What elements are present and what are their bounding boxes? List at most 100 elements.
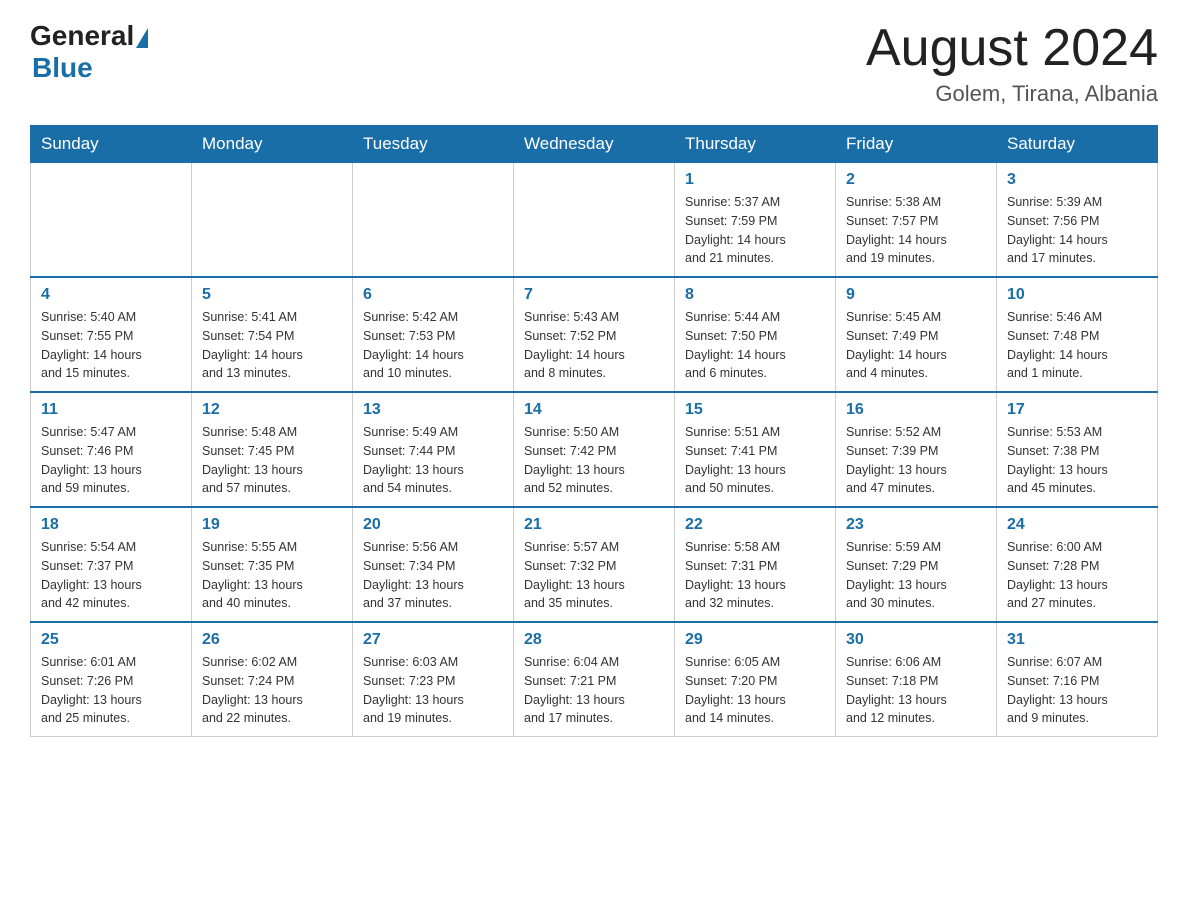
day-number: 19	[202, 516, 342, 534]
day-info: Sunrise: 6:01 AMSunset: 7:26 PMDaylight:…	[41, 653, 181, 728]
day-info: Sunrise: 5:52 AMSunset: 7:39 PMDaylight:…	[846, 423, 986, 498]
day-info: Sunrise: 5:59 AMSunset: 7:29 PMDaylight:…	[846, 538, 986, 613]
calendar-week-row: 18Sunrise: 5:54 AMSunset: 7:37 PMDayligh…	[31, 507, 1158, 622]
day-number: 22	[685, 516, 825, 534]
day-number: 21	[524, 516, 664, 534]
day-number: 23	[846, 516, 986, 534]
day-number: 9	[846, 286, 986, 304]
calendar-cell: 23 Sunrise: 5:59 AMSunset: 7:29 PMDayligh…	[836, 507, 997, 622]
day-number: 26	[202, 631, 342, 649]
day-number: 6	[363, 286, 503, 304]
day-number: 16	[846, 401, 986, 419]
day-info: Sunrise: 5:55 AMSunset: 7:35 PMDaylight:…	[202, 538, 342, 613]
day-info: Sunrise: 5:41 AMSunset: 7:54 PMDaylight:…	[202, 308, 342, 383]
day-info: Sunrise: 6:07 AMSunset: 7:16 PMDaylight:…	[1007, 653, 1147, 728]
calendar-cell: 18Sunrise: 5:54 AMSunset: 7:37 PMDayligh…	[31, 507, 192, 622]
day-info: Sunrise: 5:46 AMSunset: 7:48 PMDaylight:…	[1007, 308, 1147, 383]
calendar-cell: 28 Sunrise: 6:04 AMSunset: 7:21 PMDayligh…	[514, 622, 675, 737]
weekday-header-sunday: Sunday	[31, 126, 192, 163]
day-number: 8	[685, 286, 825, 304]
day-info: Sunrise: 5:40 AMSunset: 7:55 PMDaylight:…	[41, 308, 181, 383]
location-title: Golem, Tirana, Albania	[866, 81, 1158, 107]
calendar-cell: 10Sunrise: 5:46 AMSunset: 7:48 PMDayligh…	[997, 277, 1158, 392]
day-info: Sunrise: 5:54 AMSunset: 7:37 PMDaylight:…	[41, 538, 181, 613]
day-info: Sunrise: 6:04 AMSunset: 7:21 PMDaylight:…	[524, 653, 664, 728]
calendar-cell: 16 Sunrise: 5:52 AMSunset: 7:39 PMDayligh…	[836, 392, 997, 507]
calendar-week-row: 25 Sunrise: 6:01 AMSunset: 7:26 PMDayligh…	[31, 622, 1158, 737]
day-number: 2	[846, 171, 986, 189]
calendar-cell: 13Sunrise: 5:49 AMSunset: 7:44 PMDayligh…	[353, 392, 514, 507]
title-block: August 2024 Golem, Tirana, Albania	[866, 20, 1158, 107]
calendar-cell: 1Sunrise: 5:37 AMSunset: 7:59 PMDaylight…	[675, 163, 836, 278]
day-number: 13	[363, 401, 503, 419]
calendar-cell: 12 Sunrise: 5:48 AMSunset: 7:45 PMDayligh…	[192, 392, 353, 507]
day-info: Sunrise: 6:05 AMSunset: 7:20 PMDaylight:…	[685, 653, 825, 728]
calendar-cell: 11 Sunrise: 5:47 AMSunset: 7:46 PMDayligh…	[31, 392, 192, 507]
day-number: 31	[1007, 631, 1147, 649]
calendar-cell: 25 Sunrise: 6:01 AMSunset: 7:26 PMDayligh…	[31, 622, 192, 737]
calendar-cell	[353, 163, 514, 278]
weekday-header-tuesday: Tuesday	[353, 126, 514, 163]
day-info: Sunrise: 5:42 AMSunset: 7:53 PMDaylight:…	[363, 308, 503, 383]
day-number: 15	[685, 401, 825, 419]
day-info: Sunrise: 5:48 AMSunset: 7:45 PMDaylight:…	[202, 423, 342, 498]
day-number: 20	[363, 516, 503, 534]
calendar-cell: 20 Sunrise: 5:56 AMSunset: 7:34 PMDayligh…	[353, 507, 514, 622]
day-info: Sunrise: 6:06 AMSunset: 7:18 PMDaylight:…	[846, 653, 986, 728]
day-info: Sunrise: 5:53 AMSunset: 7:38 PMDaylight:…	[1007, 423, 1147, 498]
day-info: Sunrise: 6:03 AMSunset: 7:23 PMDaylight:…	[363, 653, 503, 728]
day-number: 17	[1007, 401, 1147, 419]
logo: General Blue	[30, 20, 148, 84]
calendar-cell: 8Sunrise: 5:44 AMSunset: 7:50 PMDaylight…	[675, 277, 836, 392]
day-info: Sunrise: 5:39 AMSunset: 7:56 PMDaylight:…	[1007, 193, 1147, 268]
calendar-cell: 24Sunrise: 6:00 AMSunset: 7:28 PMDayligh…	[997, 507, 1158, 622]
calendar-cell: 30 Sunrise: 6:06 AMSunset: 7:18 PMDayligh…	[836, 622, 997, 737]
day-info: Sunrise: 5:56 AMSunset: 7:34 PMDaylight:…	[363, 538, 503, 613]
logo-triangle-icon	[136, 28, 148, 48]
month-title: August 2024	[866, 20, 1158, 77]
calendar-cell: 27Sunrise: 6:03 AMSunset: 7:23 PMDayligh…	[353, 622, 514, 737]
calendar-cell: 9 Sunrise: 5:45 AMSunset: 7:49 PMDaylight…	[836, 277, 997, 392]
day-number: 28	[524, 631, 664, 649]
weekday-header-monday: Monday	[192, 126, 353, 163]
day-number: 25	[41, 631, 181, 649]
day-number: 12	[202, 401, 342, 419]
logo-blue-text: Blue	[32, 52, 93, 84]
page-header: General Blue August 2024 Golem, Tirana, …	[30, 20, 1158, 107]
day-info: Sunrise: 6:00 AMSunset: 7:28 PMDaylight:…	[1007, 538, 1147, 613]
day-number: 30	[846, 631, 986, 649]
calendar-week-row: 4 Sunrise: 5:40 AMSunset: 7:55 PMDaylight…	[31, 277, 1158, 392]
calendar-cell: 15 Sunrise: 5:51 AMSunset: 7:41 PMDayligh…	[675, 392, 836, 507]
calendar-cell: 7Sunrise: 5:43 AMSunset: 7:52 PMDaylight…	[514, 277, 675, 392]
day-info: Sunrise: 5:51 AMSunset: 7:41 PMDaylight:…	[685, 423, 825, 498]
calendar-table: SundayMondayTuesdayWednesdayThursdayFrid…	[30, 125, 1158, 737]
calendar-cell: 3Sunrise: 5:39 AMSunset: 7:56 PMDaylight…	[997, 163, 1158, 278]
day-number: 4	[41, 286, 181, 304]
day-info: Sunrise: 5:38 AMSunset: 7:57 PMDaylight:…	[846, 193, 986, 268]
calendar-cell: 21Sunrise: 5:57 AMSunset: 7:32 PMDayligh…	[514, 507, 675, 622]
day-number: 29	[685, 631, 825, 649]
calendar-cell: 31 Sunrise: 6:07 AMSunset: 7:16 PMDayligh…	[997, 622, 1158, 737]
day-info: Sunrise: 5:50 AMSunset: 7:42 PMDaylight:…	[524, 423, 664, 498]
calendar-week-row: 11 Sunrise: 5:47 AMSunset: 7:46 PMDayligh…	[31, 392, 1158, 507]
weekday-header-thursday: Thursday	[675, 126, 836, 163]
calendar-cell	[514, 163, 675, 278]
day-info: Sunrise: 6:02 AMSunset: 7:24 PMDaylight:…	[202, 653, 342, 728]
day-info: Sunrise: 5:37 AMSunset: 7:59 PMDaylight:…	[685, 193, 825, 268]
day-number: 11	[41, 401, 181, 419]
weekday-header-row: SundayMondayTuesdayWednesdayThursdayFrid…	[31, 126, 1158, 163]
day-info: Sunrise: 5:45 AMSunset: 7:49 PMDaylight:…	[846, 308, 986, 383]
calendar-cell: 2 Sunrise: 5:38 AMSunset: 7:57 PMDaylight…	[836, 163, 997, 278]
day-info: Sunrise: 5:47 AMSunset: 7:46 PMDaylight:…	[41, 423, 181, 498]
calendar-cell	[31, 163, 192, 278]
day-info: Sunrise: 5:43 AMSunset: 7:52 PMDaylight:…	[524, 308, 664, 383]
weekday-header-saturday: Saturday	[997, 126, 1158, 163]
weekday-header-wednesday: Wednesday	[514, 126, 675, 163]
day-info: Sunrise: 5:58 AMSunset: 7:31 PMDaylight:…	[685, 538, 825, 613]
calendar-cell	[192, 163, 353, 278]
calendar-cell: 4 Sunrise: 5:40 AMSunset: 7:55 PMDaylight…	[31, 277, 192, 392]
day-number: 14	[524, 401, 664, 419]
calendar-cell: 29 Sunrise: 6:05 AMSunset: 7:20 PMDayligh…	[675, 622, 836, 737]
calendar-cell: 5Sunrise: 5:41 AMSunset: 7:54 PMDaylight…	[192, 277, 353, 392]
calendar-cell: 17 Sunrise: 5:53 AMSunset: 7:38 PMDayligh…	[997, 392, 1158, 507]
